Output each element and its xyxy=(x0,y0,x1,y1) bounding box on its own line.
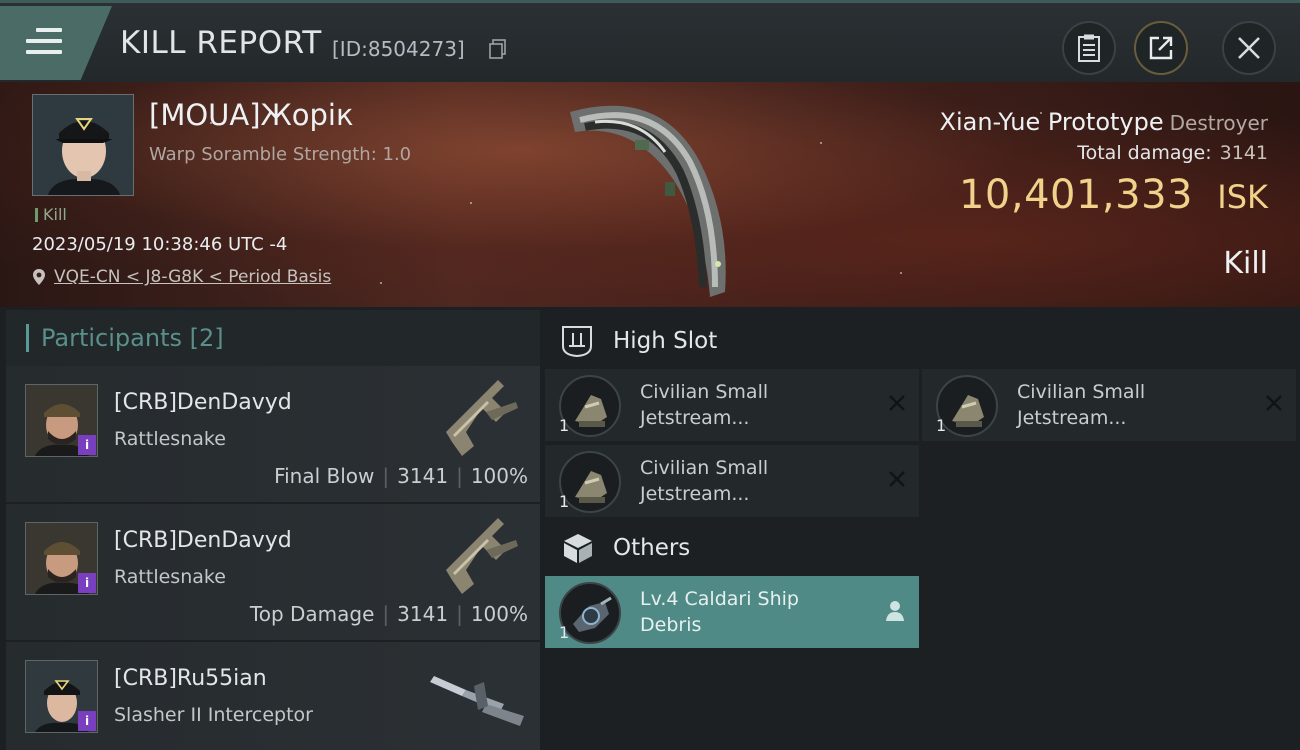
participant-avatar[interactable]: i xyxy=(25,384,98,457)
victim-ship-image xyxy=(570,105,726,297)
isk-value: 10,401,333 xyxy=(958,172,1193,218)
item-quantity: 1 xyxy=(559,492,570,511)
isk-label: ISK xyxy=(1217,178,1268,216)
total-damage: Total damage: 3141 xyxy=(1077,142,1268,164)
kill-location[interactable]: VQE-CN < J8-G8K < Period Basis xyxy=(32,267,331,287)
participant-percent: 100% xyxy=(470,602,528,626)
participant-ship-image xyxy=(446,518,518,594)
participant-row[interactable]: i [CRB]DenDavyd Rattlesnake Top Damage | 3… xyxy=(6,504,540,640)
participant-name: [CRB]DenDavyd xyxy=(114,528,292,553)
share-button[interactable] xyxy=(1134,21,1188,75)
participant-name: [CRB]DenDavyd xyxy=(114,390,292,415)
participant-ship-image xyxy=(430,676,524,726)
item-quantity: 1 xyxy=(559,416,570,435)
high-slot-item[interactable]: 1 Civilian Small Jetstream... xyxy=(545,445,919,517)
participant-row[interactable]: i [CRB]DenDavyd Rattlesnake Final Blow | 3… xyxy=(6,366,540,502)
victim-banner: [MOUA]Жорік Warp Soramble Strength: 1.0 … xyxy=(0,82,1300,307)
page-title: KILL REPORT xyxy=(120,25,322,61)
report-id: [ID:8504273] xyxy=(332,37,465,61)
participant-badge-icon: i xyxy=(78,573,96,593)
participant-name: [CRB]Ru55ian xyxy=(114,666,267,691)
item-name: Lv.4 Caldari Ship Debris xyxy=(640,588,799,636)
participant-stats: Final Blow | 3141 | 100% xyxy=(274,464,528,488)
result-label: Kill xyxy=(1223,246,1268,281)
item-quantity: 1 xyxy=(936,416,947,435)
hamburger-icon xyxy=(26,28,62,61)
participant-stats: Top Damage | 3141 | 100% xyxy=(249,602,528,626)
victim-name: [MOUA]Жорік xyxy=(149,98,354,132)
victim-ship-name: Xian-Yue Prototype Destroyer xyxy=(939,108,1269,136)
participant-ship: Rattlesnake xyxy=(114,428,226,450)
report-button[interactable] xyxy=(1062,21,1116,75)
item-quantity: 1 xyxy=(559,623,570,642)
participant-avatar[interactable]: i xyxy=(25,660,98,733)
high-slot-header: High Slot xyxy=(560,316,717,366)
destroyed-icon xyxy=(889,395,905,411)
person-icon xyxy=(886,601,904,621)
victim-detail: Warp Soramble Strength: 1.0 xyxy=(149,144,412,165)
box-icon xyxy=(564,534,592,563)
location-link[interactable]: VQE-CN < J8-G8K < Period Basis xyxy=(54,267,331,287)
total-damage-value: 3141 xyxy=(1219,142,1268,164)
participants-header: Participants [2] xyxy=(6,310,540,366)
destroyed-icon xyxy=(889,471,905,487)
item-name: Civilian Small Jetstream... xyxy=(640,381,769,429)
participant-badge-icon: i xyxy=(78,435,96,455)
participant-damage: 3141 xyxy=(397,464,449,488)
participant-ship: Rattlesnake xyxy=(114,566,226,588)
menu-button[interactable] xyxy=(0,6,112,80)
high-slot-icon xyxy=(562,326,592,358)
participants-count: [2] xyxy=(189,324,224,352)
victim-ship-class: Destroyer xyxy=(1169,111,1268,135)
participant-percent: 100% xyxy=(470,464,528,488)
participant-ship-image xyxy=(446,380,518,456)
participant-badge-icon: i xyxy=(78,711,96,731)
others-header: Others xyxy=(562,523,690,573)
top-bar: KILL REPORT [ID:8504273] xyxy=(0,0,1300,82)
kill-datetime: 2023/05/19 10:38:46 UTC -4 xyxy=(32,234,288,255)
participant-role: Top Damage xyxy=(249,602,375,626)
copy-icon[interactable] xyxy=(489,39,507,59)
participant-avatar[interactable]: i xyxy=(25,522,98,595)
share-icon xyxy=(1149,36,1173,60)
clipboard-icon xyxy=(1078,34,1100,62)
others-item[interactable]: 1 Lv.4 Caldari Ship Debris xyxy=(545,576,919,648)
participant-role: Final Blow xyxy=(274,464,375,488)
close-icon xyxy=(1238,37,1260,59)
location-pin-icon xyxy=(33,269,45,285)
victim-avatar[interactable] xyxy=(32,94,134,196)
item-name: Civilian Small Jetstream... xyxy=(1017,381,1146,429)
close-button[interactable] xyxy=(1222,21,1276,75)
destroyed-icon xyxy=(1266,395,1282,411)
participant-ship: Slasher II Interceptor xyxy=(114,704,313,726)
kill-tag: Kill xyxy=(35,205,67,224)
participant-damage: 3141 xyxy=(397,602,449,626)
high-slot-item[interactable]: 1 Civilian Small Jetstream... xyxy=(922,369,1296,441)
participant-row[interactable]: i [CRB]Ru55ian Slasher II Interceptor xyxy=(6,642,540,750)
participants-panel: Participants [2] i [CRB]DenDavyd Rattles… xyxy=(6,310,540,750)
item-name: Civilian Small Jetstream... xyxy=(640,457,769,505)
high-slot-item[interactable]: 1 Civilian Small Jetstream... xyxy=(545,369,919,441)
